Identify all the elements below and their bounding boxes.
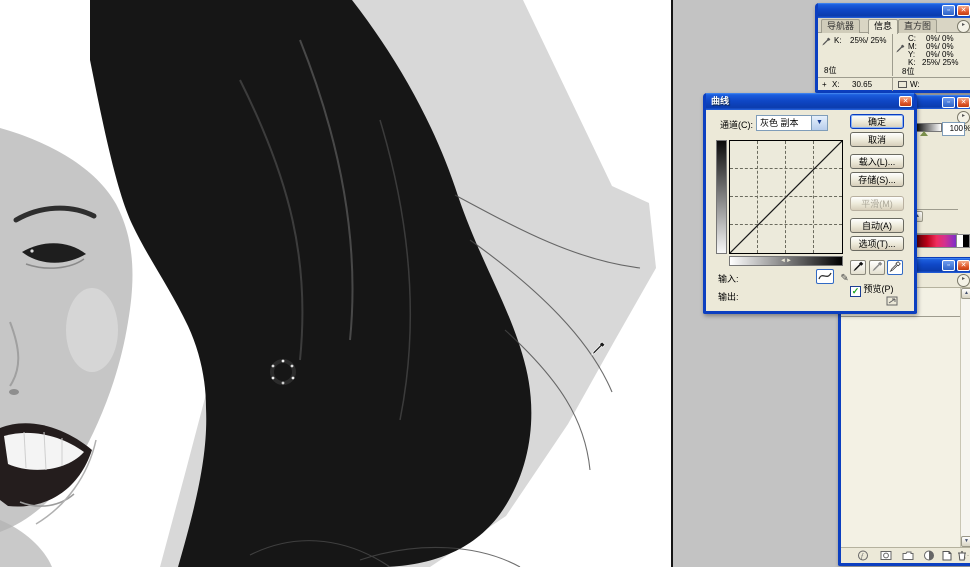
gray-point-eyedropper-icon[interactable] [869,260,885,275]
width-label: W: [910,80,920,89]
output-label: 输出: [718,290,739,303]
add-mask-icon[interactable] [881,552,891,560]
curves-title: 曲线 [711,96,897,107]
layers-scrollbar[interactable]: ▲ ▼ [960,288,970,547]
input-gradient-bar[interactable]: ◄► [729,256,843,266]
checkmark-icon: ✓ [850,286,861,297]
k-readout-value: 25%/ 25% [850,36,886,45]
cmyk-bit-depth: 8位 [902,66,914,77]
black-point-eyedropper-icon[interactable] [850,260,866,275]
curves-dialog: 曲线 ✕ 通道(C): 灰色 副本 ▼ ◄► [703,93,917,314]
minimize-icon[interactable]: ▫ [942,97,955,108]
black-swatch[interactable] [963,235,969,247]
smooth-button: 平滑(M) [850,196,904,211]
curves-titlebar[interactable]: 曲线 ✕ [706,93,914,110]
k-slider[interactable] [914,123,942,132]
k-slider-handle-icon[interactable] [920,131,928,136]
info-palette-tabs: 导航器 信息 直方图 ▸ [818,18,970,33]
minimize-icon[interactable]: ▫ [942,5,955,16]
layers-list[interactable]: ▲ ▼ [841,288,970,547]
dimensions-icon [898,81,907,88]
load-button[interactable]: 载入(L)... [850,154,904,169]
curve-tool-group: ✎ [816,269,853,288]
k-value-field[interactable]: 100 [942,122,965,136]
eyedropper-cursor-icon [590,341,606,357]
info-readouts: K: 25%/ 25% 8位 C: 0%/ 0% M: 0%/ 0% Y: 0%… [818,33,970,77]
svg-text:f: f [861,553,864,561]
resize-grip-icon[interactable]: ⋰ [964,551,970,560]
layers-palette-buttons: f [841,547,970,563]
k2-readout-value: 25%/ 25% [922,58,958,67]
new-layer-icon[interactable] [943,552,951,561]
cmyk-eyedropper-icon [895,44,905,54]
scroll-down-icon[interactable]: ▼ [961,536,970,547]
gradient-flip-icon[interactable]: ◄► [780,258,792,264]
curve-grid[interactable] [729,140,843,254]
color-palette-titlebar[interactable]: ▫ ✕ [912,95,970,109]
ok-button[interactable]: 确定 [850,114,904,129]
channel-dropdown[interactable]: 灰色 副本 ▼ [756,115,828,131]
save-button[interactable]: 存储(S)... [850,172,904,187]
new-group-icon[interactable] [903,552,913,560]
cancel-button[interactable]: 取消 [850,132,904,147]
palette-menu-icon[interactable]: ▸ [957,20,970,33]
document-canvas[interactable] [0,0,673,567]
layer-style-icon[interactable]: f [859,551,868,561]
preview-label: 预览(P) [864,284,894,294]
photo-nostril [9,389,19,395]
cursor-x-label: X: [832,80,840,89]
close-icon[interactable]: ✕ [957,5,970,16]
chevron-down-icon[interactable]: ▼ [811,116,827,130]
photo-eye-glint [30,249,33,252]
close-icon[interactable]: ✕ [957,97,970,108]
divider [892,34,893,76]
photo-neck-shadow [0,520,52,567]
preview-checkbox[interactable]: ✓ 预览(P) [850,282,894,297]
portrait-photo [0,0,671,567]
curve-point-tool-icon[interactable] [816,269,834,284]
cursor-x-value: 30.65 [852,80,872,89]
divider [892,78,893,91]
output-gradient-bar [716,140,727,254]
k-unit-label: % [964,124,970,133]
white-swatch[interactable] [956,235,963,247]
k-readout-label: K: [834,36,842,45]
doc-bit-depth: 8位 [824,65,836,76]
color-ramp[interactable] [914,234,970,248]
info-palette-window: ▫ ✕ 导航器 信息 直方图 ▸ K: 25%/ 25% 8位 C: 0%/ 0… [815,3,970,93]
color-palette-window: ▫ ✕ ▸ 100 % ▲ [909,95,970,260]
info-coordinates-row: + X: 30.65 W: [818,77,970,91]
channel-label: 通道(C): [720,118,753,131]
eyedropper-group [850,260,903,275]
crosshair-icon: + [822,80,827,89]
channel-value: 灰色 副本 [760,118,799,128]
photo-cheek-highlight [66,288,118,372]
tab-navigator[interactable]: 导航器 [821,19,860,33]
adjustment-layer-icon[interactable] [925,551,934,560]
scroll-up-icon[interactable]: ▲ [961,288,970,299]
tab-info[interactable]: 信息 [868,19,898,34]
color-palette-body: ▸ 100 % ▲ [912,109,970,250]
tab-histogram[interactable]: 直方图 [898,19,937,33]
auto-button[interactable]: 自动(A) [850,218,904,233]
divider [914,209,958,210]
close-icon[interactable]: ✕ [899,96,912,107]
dialog-size-toggle-icon[interactable] [886,296,899,307]
curve-line [730,141,842,253]
minimize-icon[interactable]: ▫ [942,260,955,271]
close-icon[interactable]: ✕ [957,260,970,271]
photoshop-workspace: ▫ ✕ 导航器 信息 直方图 ▸ K: 25%/ 25% 8位 C: 0%/ 0… [0,0,970,567]
white-point-eyedropper-icon[interactable] [887,260,903,275]
divider [841,316,960,317]
actual-color-eyedropper-icon [821,37,831,47]
input-label: 输入: [718,272,739,285]
info-palette-titlebar[interactable]: ▫ ✕ [818,3,970,18]
options-button[interactable]: 选项(T)... [850,236,904,251]
palette-menu-icon[interactable]: ▸ [957,274,970,287]
